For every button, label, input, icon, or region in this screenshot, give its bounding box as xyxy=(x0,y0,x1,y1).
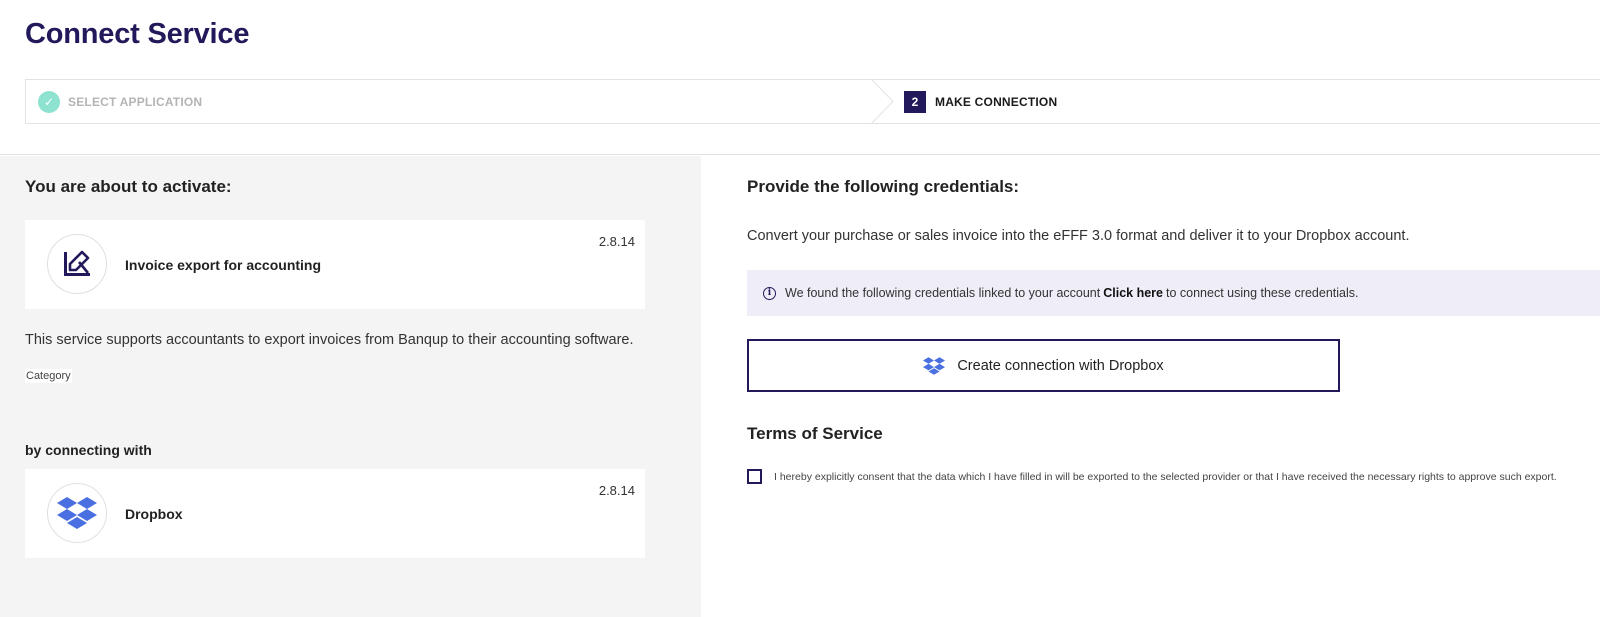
provider-name: Dropbox xyxy=(125,506,183,522)
step-number-badge: 2 xyxy=(904,90,926,113)
invoice-export-logo-icon xyxy=(47,234,107,294)
service-name: Invoice export for accounting xyxy=(125,257,322,273)
use-credentials-link[interactable]: Click here xyxy=(1103,286,1163,300)
step-make-connection[interactable]: 2 MAKE CONNECTION xyxy=(904,80,1057,123)
service-card: Invoice export for accounting 2.8.14 xyxy=(25,220,645,309)
connecting-heading: by connecting with xyxy=(25,442,152,458)
check-icon: ✓ xyxy=(38,90,60,113)
credentials-panel: Provide the following credentials: Conve… xyxy=(701,156,1600,617)
consent-text: I hereby explicitly consent that the dat… xyxy=(774,470,1557,483)
credentials-info-banner: i We found the following credentials lin… xyxy=(747,270,1600,316)
page-header: Connect Service ✓ SELECT APPLICATION 2 M… xyxy=(0,0,1600,155)
activate-heading: You are about to activate: xyxy=(25,177,232,196)
create-connection-button[interactable]: Create connection with Dropbox xyxy=(747,339,1340,392)
dropbox-logo-icon xyxy=(47,483,107,543)
page-title: Connect Service xyxy=(25,18,250,50)
step-divider-chevron xyxy=(871,79,894,124)
service-summary-panel: You are about to activate: Invoice expor… xyxy=(0,156,701,617)
info-text-after: to connect using these credentials. xyxy=(1166,286,1359,300)
step-label: MAKE CONNECTION xyxy=(935,94,1058,109)
step-label: SELECT APPLICATION xyxy=(68,94,203,109)
provider-card: Dropbox 2.8.14 xyxy=(25,469,645,558)
credentials-heading: Provide the following credentials: xyxy=(747,177,1020,196)
service-description: This service supports accountants to exp… xyxy=(25,332,634,348)
terms-heading: Terms of Service xyxy=(747,424,883,443)
info-icon: i xyxy=(763,286,776,300)
service-version: 2.8.14 xyxy=(598,234,635,249)
step-select-application[interactable]: ✓ SELECT APPLICATION xyxy=(26,80,881,123)
stepper: ✓ SELECT APPLICATION 2 MAKE CONNECTION xyxy=(25,79,1600,124)
dropbox-icon xyxy=(923,356,946,375)
info-text-before: We found the following credentials linke… xyxy=(785,286,1101,300)
consent-checkbox[interactable] xyxy=(747,469,762,484)
provider-version: 2.8.14 xyxy=(598,483,635,498)
service-intro: Convert your purchase or sales invoice i… xyxy=(747,228,1410,244)
consent-row: I hereby explicitly consent that the dat… xyxy=(747,469,1557,484)
category-tag: Category xyxy=(25,369,72,383)
create-connection-label: Create connection with Dropbox xyxy=(957,357,1164,374)
